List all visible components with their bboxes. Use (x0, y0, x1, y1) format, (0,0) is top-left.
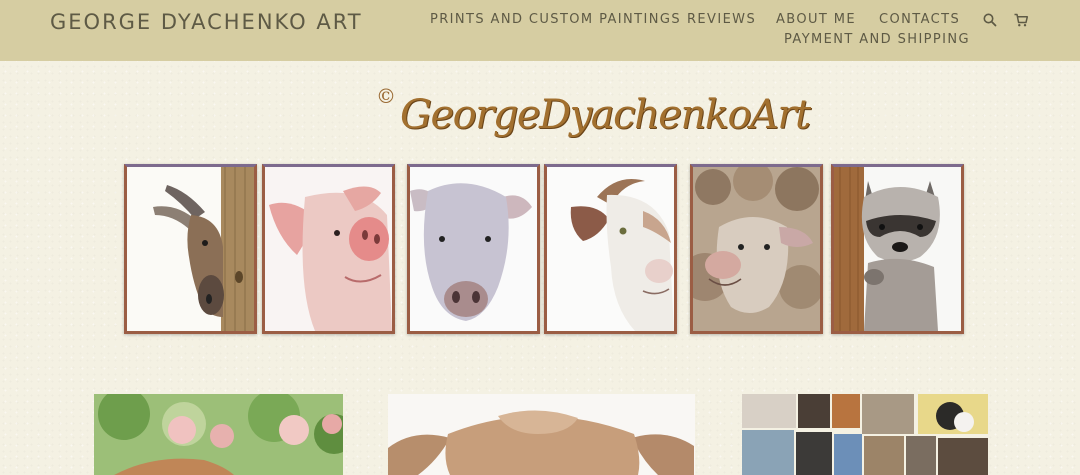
cart-icon[interactable] (1013, 12, 1029, 28)
painting-pig[interactable] (262, 164, 395, 334)
gallery-tile-calf[interactable] (388, 394, 695, 475)
copyright-symbol: © (376, 84, 396, 108)
nav-contacts[interactable]: CONTACTS (879, 12, 960, 27)
signature-text: GeorgeDyachenkoArt (400, 92, 811, 138)
painting-cow[interactable] (407, 164, 540, 334)
site-brand[interactable]: GEORGE DYACHENKO ART (50, 10, 363, 34)
painting-donkey[interactable] (124, 164, 257, 334)
nav-prints[interactable]: PRINTS AND CUSTOM PAINTINGS (430, 12, 681, 27)
gallery-tile-floral[interactable] (94, 394, 343, 475)
gallery-tile-collage[interactable] (742, 394, 988, 475)
nav-about[interactable]: ABOUT ME (776, 12, 856, 27)
painting-raccoon[interactable] (831, 164, 964, 334)
signature-logo: © GeorgeDyachenkoArt (370, 80, 811, 160)
painting-goat[interactable] (544, 164, 677, 334)
site-header: GEORGE DYACHENKO ART PRINTS AND CUSTOM P… (0, 0, 1080, 61)
nav-reviews[interactable]: REVIEWS (687, 12, 756, 27)
nav-payment-shipping[interactable]: PAYMENT AND SHIPPING (784, 32, 970, 47)
painting-sheep[interactable] (690, 164, 823, 334)
search-icon[interactable] (982, 12, 998, 28)
